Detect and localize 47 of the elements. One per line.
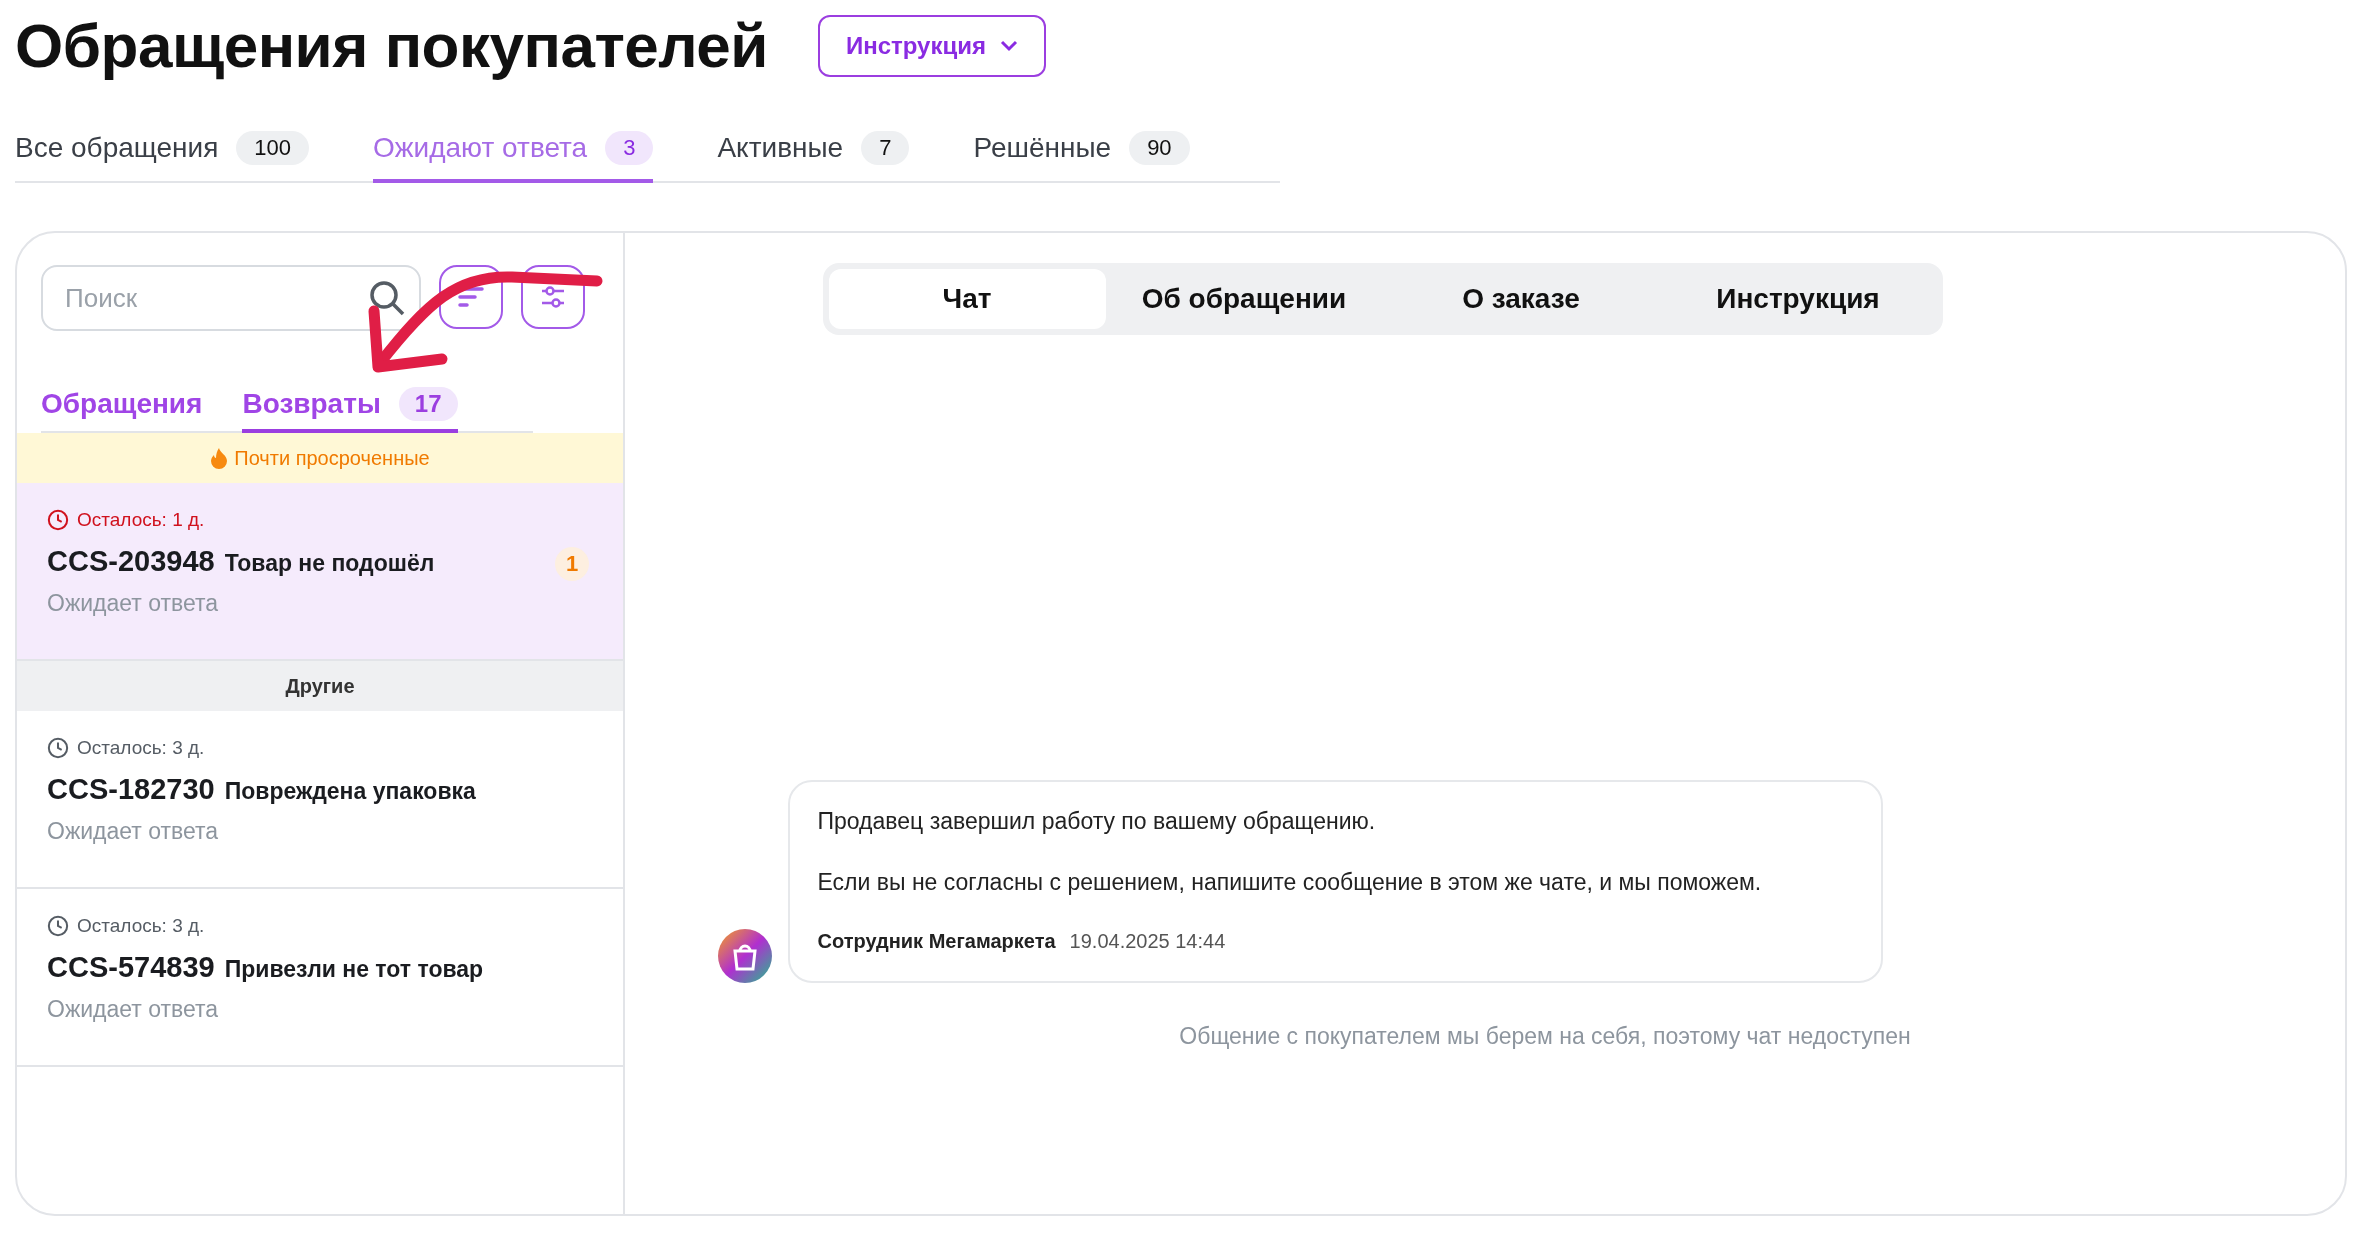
sliders-icon bbox=[539, 285, 567, 309]
message-author: Сотрудник Мегамаркета bbox=[817, 930, 1056, 953]
count-badge: 3 bbox=[605, 131, 654, 165]
chat-unavailable-notice: Общение с покупателем мы берем на себя, поэтому чат недоступен bbox=[1179, 1023, 1911, 1050]
ticket-id: CCS-574839 bbox=[47, 951, 215, 984]
deadline-text: Осталось: 3 д. bbox=[77, 737, 205, 759]
count-badge: 7 bbox=[861, 131, 910, 165]
count-badge: 90 bbox=[1129, 131, 1190, 165]
status-tab[interactable]: Решённые 90 bbox=[973, 131, 1190, 183]
ticket-subject: Повреждена упаковка bbox=[224, 778, 476, 805]
chevron-down-icon bbox=[999, 39, 1018, 52]
message-text: Продавец завершил работу по вашему обращению. bbox=[817, 808, 1377, 835]
ticket-id: CCS-182730 bbox=[47, 773, 215, 806]
group-title: Почти просроченные bbox=[234, 446, 430, 470]
group-title: Другие bbox=[285, 674, 355, 698]
detail-tab[interactable]: Инструкция bbox=[1659, 269, 1937, 329]
count-badge: 17 bbox=[398, 387, 458, 421]
ticket-id: CCS-203948 bbox=[47, 545, 215, 578]
instruction-dropdown-button[interactable]: Инструкция bbox=[817, 14, 1046, 77]
clock-icon bbox=[47, 509, 69, 531]
ticket-status: Ожидает ответа bbox=[47, 818, 220, 845]
clock-icon bbox=[47, 737, 69, 759]
clock-icon bbox=[47, 915, 69, 937]
section-tab[interactable]: Обращения bbox=[41, 388, 203, 432]
status-tab[interactable]: Все обращения 100 bbox=[15, 131, 310, 183]
message-text: Если вы не согласны с решением, напишите сообщение в этом же чате, и мы поможем. bbox=[817, 869, 1763, 896]
ticket-status: Ожидает ответа bbox=[47, 590, 220, 617]
sort-icon bbox=[457, 285, 485, 309]
status-tab[interactable]: Активные 7 bbox=[717, 131, 910, 183]
detail-tab[interactable]: Чат bbox=[828, 269, 1106, 329]
ticket-subject: Привезли не тот товар bbox=[224, 956, 484, 983]
ticket-subject: Товар не подошёл bbox=[224, 550, 435, 577]
detail-tab[interactable]: О заказе bbox=[1382, 269, 1660, 329]
unread-badge: 1 bbox=[555, 547, 589, 581]
fire-icon bbox=[210, 447, 229, 469]
status-tab[interactable]: Ожидают ответа 3 bbox=[373, 131, 654, 183]
deadline-text: Осталось: 3 д. bbox=[77, 915, 205, 937]
message-time: 19.04.2025 14:44 bbox=[1069, 930, 1226, 953]
search-field[interactable]: Поиск bbox=[41, 265, 421, 331]
page-title: Обращения покупателей bbox=[15, 10, 768, 81]
search-icon bbox=[367, 278, 407, 318]
ticket-item[interactable]: Осталось: 1 д. CCS-203948 Товар не подошёл Ожидает ответа 1 bbox=[17, 483, 623, 661]
avatar-icon bbox=[717, 929, 772, 983]
detail-tab[interactable]: Об обращении bbox=[1105, 269, 1383, 329]
deadline-text: Осталось: 1 д. bbox=[77, 509, 205, 531]
ticket-status: Ожидает ответа bbox=[47, 996, 220, 1023]
count-badge: 100 bbox=[236, 131, 310, 165]
